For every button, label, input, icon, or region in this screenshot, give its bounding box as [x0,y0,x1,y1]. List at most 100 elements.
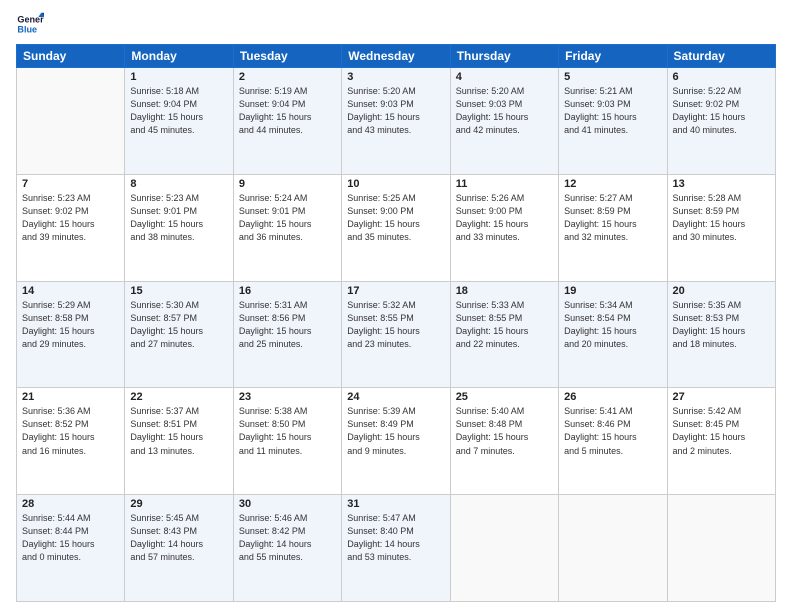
calendar-week-2: 7 Sunrise: 5:23 AM Sunset: 9:02 PM Daylig… [17,174,776,281]
calendar-cell: 13Sunrise: 5:28 AM Sunset: 8:59 PM Dayli… [667,174,775,281]
day-info: Sunrise: 5:39 AM Sunset: 8:49 PM Dayligh… [347,405,444,457]
calendar-cell [17,68,125,175]
day-info: Sunrise: 5:46 AM Sunset: 8:42 PM Dayligh… [239,512,336,564]
day-number: 10 [347,178,444,190]
weekday-header-sunday: Sunday [17,45,125,68]
weekday-header-thursday: Thursday [450,45,558,68]
day-number: 8 [130,178,227,190]
day-number: 24 [347,391,444,403]
day-info: Sunrise: 5:21 AM Sunset: 9:03 PM Dayligh… [564,85,661,137]
day-number: 20 [673,285,770,297]
day-info: Sunrise: 5:27 AM Sunset: 8:59 PM Dayligh… [564,192,661,244]
calendar-cell: 29 Sunrise: 5:45 AM Sunset: 8:43 PM Dayli… [125,495,233,602]
day-info: Sunrise: 5:30 AM Sunset: 8:57 PM Dayligh… [130,299,227,351]
calendar-cell: 12 Sunrise: 5:27 AM Sunset: 8:59 PM Dayli… [559,174,667,281]
calendar-cell: 4 Sunrise: 5:20 AM Sunset: 9:03 PM Daylig… [450,68,558,175]
svg-text:Blue: Blue [17,24,37,34]
calendar-cell [450,495,558,602]
calendar-cell: 23 Sunrise: 5:38 AM Sunset: 8:50 PM Dayli… [233,388,341,495]
calendar-cell: 10Sunrise: 5:25 AM Sunset: 9:00 PM Dayli… [342,174,450,281]
day-info: Sunrise: 5:37 AM Sunset: 8:51 PM Dayligh… [130,405,227,457]
day-number: 17 [347,285,444,297]
day-number: 1 [130,71,227,83]
day-info: Sunrise: 5:38 AM Sunset: 8:50 PM Dayligh… [239,405,336,457]
calendar-cell: 2 Sunrise: 5:19 AM Sunset: 9:04 PM Daylig… [233,68,341,175]
day-info: Sunrise: 5:45 AM Sunset: 8:43 PM Dayligh… [130,512,227,564]
day-info: Sunrise: 5:26 AM Sunset: 9:00 PM Dayligh… [456,192,553,244]
day-number: 9 [239,178,336,190]
calendar-cell [667,495,775,602]
calendar-cell: 21 Sunrise: 5:36 AM Sunset: 8:52 PM Dayli… [17,388,125,495]
logo-icon: General Blue [16,10,44,38]
day-number: 12 [564,178,661,190]
calendar-cell: 30 Sunrise: 5:46 AM Sunset: 8:42 PM Dayli… [233,495,341,602]
day-info: Sunrise: 5:33 AM Sunset: 8:55 PM Dayligh… [456,299,553,351]
calendar-cell: 16 Sunrise: 5:31 AM Sunset: 8:56 PM Dayli… [233,281,341,388]
calendar-cell: 6 Sunrise: 5:22 AM Sunset: 9:02 PM Daylig… [667,68,775,175]
calendar-week-1: 1 Sunrise: 5:18 AM Sunset: 9:04 PM Daylig… [17,68,776,175]
calendar-cell: 15 Sunrise: 5:30 AM Sunset: 8:57 PM Dayli… [125,281,233,388]
calendar-cell: 25Sunrise: 5:40 AM Sunset: 8:48 PM Dayli… [450,388,558,495]
day-number: 6 [673,71,770,83]
day-number: 29 [130,498,227,510]
day-number: 26 [564,391,661,403]
day-info: Sunrise: 5:35 AM Sunset: 8:53 PM Dayligh… [673,299,770,351]
day-info: Sunrise: 5:20 AM Sunset: 9:03 PM Dayligh… [456,85,553,137]
day-number: 13 [673,178,770,190]
calendar-cell: 18 Sunrise: 5:33 AM Sunset: 8:55 PM Dayli… [450,281,558,388]
day-number: 7 [22,178,119,190]
weekday-header-monday: Monday [125,45,233,68]
day-number: 21 [22,391,119,403]
day-info: Sunrise: 5:20 AM Sunset: 9:03 PM Dayligh… [347,85,444,137]
calendar-cell: 14Sunrise: 5:29 AM Sunset: 8:58 PM Dayli… [17,281,125,388]
day-info: Sunrise: 5:22 AM Sunset: 9:02 PM Dayligh… [673,85,770,137]
calendar-table: SundayMondayTuesdayWednesdayThursdayFrid… [16,44,776,602]
day-info: Sunrise: 5:47 AM Sunset: 8:40 PM Dayligh… [347,512,444,564]
day-number: 23 [239,391,336,403]
day-info: Sunrise: 5:42 AM Sunset: 8:45 PM Dayligh… [673,405,770,457]
day-info: Sunrise: 5:36 AM Sunset: 8:52 PM Dayligh… [22,405,119,457]
calendar-cell: 11Sunrise: 5:26 AM Sunset: 9:00 PM Dayli… [450,174,558,281]
calendar-cell: 1 Sunrise: 5:18 AM Sunset: 9:04 PM Daylig… [125,68,233,175]
day-number: 2 [239,71,336,83]
day-number: 15 [130,285,227,297]
day-info: Sunrise: 5:32 AM Sunset: 8:55 PM Dayligh… [347,299,444,351]
weekday-header-friday: Friday [559,45,667,68]
calendar-cell: 22 Sunrise: 5:37 AM Sunset: 8:51 PM Dayli… [125,388,233,495]
day-info: Sunrise: 5:31 AM Sunset: 8:56 PM Dayligh… [239,299,336,351]
day-info: Sunrise: 5:23 AM Sunset: 9:02 PM Dayligh… [22,192,119,244]
calendar-cell: 7 Sunrise: 5:23 AM Sunset: 9:02 PM Daylig… [17,174,125,281]
day-number: 27 [673,391,770,403]
day-number: 5 [564,71,661,83]
calendar-cell: 19Sunrise: 5:34 AM Sunset: 8:54 PM Dayli… [559,281,667,388]
day-info: Sunrise: 5:23 AM Sunset: 9:01 PM Dayligh… [130,192,227,244]
weekday-header-tuesday: Tuesday [233,45,341,68]
day-number: 25 [456,391,553,403]
calendar-cell: 3 Sunrise: 5:20 AM Sunset: 9:03 PM Daylig… [342,68,450,175]
calendar-week-4: 21 Sunrise: 5:36 AM Sunset: 8:52 PM Dayli… [17,388,776,495]
day-number: 22 [130,391,227,403]
day-info: Sunrise: 5:34 AM Sunset: 8:54 PM Dayligh… [564,299,661,351]
day-number: 18 [456,285,553,297]
day-number: 31 [347,498,444,510]
day-number: 30 [239,498,336,510]
calendar-cell: 28 Sunrise: 5:44 AM Sunset: 8:44 PM Dayli… [17,495,125,602]
calendar-cell: 20 Sunrise: 5:35 AM Sunset: 8:53 PM Dayli… [667,281,775,388]
day-info: Sunrise: 5:18 AM Sunset: 9:04 PM Dayligh… [130,85,227,137]
day-info: Sunrise: 5:19 AM Sunset: 9:04 PM Dayligh… [239,85,336,137]
day-number: 3 [347,71,444,83]
calendar-cell: 31 Sunrise: 5:47 AM Sunset: 8:40 PM Dayli… [342,495,450,602]
day-number: 16 [239,285,336,297]
day-info: Sunrise: 5:24 AM Sunset: 9:01 PM Dayligh… [239,192,336,244]
logo: General Blue [16,10,44,38]
calendar-cell [559,495,667,602]
calendar-header-row: SundayMondayTuesdayWednesdayThursdayFrid… [17,45,776,68]
day-number: 28 [22,498,119,510]
calendar-cell: 24 Sunrise: 5:39 AM Sunset: 8:49 PM Dayli… [342,388,450,495]
page-header: General Blue [16,10,776,38]
day-info: Sunrise: 5:29 AM Sunset: 8:58 PM Dayligh… [22,299,119,351]
calendar-week-5: 28 Sunrise: 5:44 AM Sunset: 8:44 PM Dayli… [17,495,776,602]
calendar-cell: 5 Sunrise: 5:21 AM Sunset: 9:03 PM Daylig… [559,68,667,175]
day-info: Sunrise: 5:44 AM Sunset: 8:44 PM Dayligh… [22,512,119,564]
day-number: 4 [456,71,553,83]
